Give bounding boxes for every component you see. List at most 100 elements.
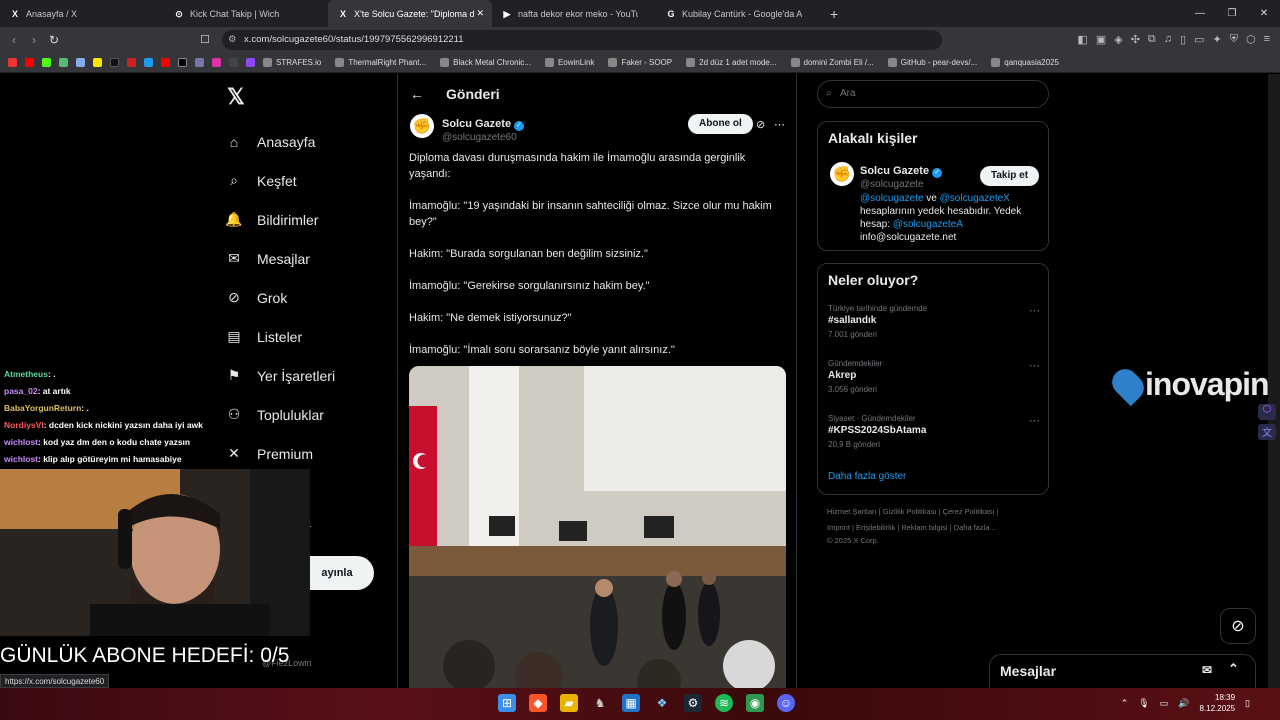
new-message-icon[interactable]: ✉ xyxy=(1202,663,1212,677)
nav-item-communities[interactable]: ⚇ Topluluklar xyxy=(225,395,335,434)
x-icon[interactable] xyxy=(178,58,187,67)
extension-icon[interactable]: ♫ xyxy=(1164,33,1172,46)
messages-drawer[interactable]: Mesajlar ✉ ⌃ xyxy=(989,654,1256,688)
bookmark-item[interactable]: Faker - SOOP xyxy=(608,58,672,67)
bookmark-item[interactable]: EowinLink xyxy=(544,58,594,67)
clock[interactable]: 18:39 8.12.2025 xyxy=(1199,692,1235,714)
extension-icon[interactable]: ⬡ xyxy=(1246,33,1256,46)
bookmark-icon[interactable] xyxy=(76,58,85,67)
nav-item-premium[interactable]: ✕ Premium xyxy=(225,434,335,473)
notification-icon[interactable]: ▯ xyxy=(1245,698,1250,709)
footer-line[interactable]: Imprint | Erişilebilirlik | Reklam bilgi… xyxy=(827,520,1047,536)
youtube-icon[interactable] xyxy=(25,58,34,67)
trend-item[interactable]: Gündemdekiler Akrep 3.056 gönderi ⋯ xyxy=(828,359,1040,414)
vpn-icon[interactable]: ⛨ xyxy=(1230,33,1238,46)
bookmark-item[interactable]: domini Zombi Eli /... xyxy=(790,58,874,67)
follow-button[interactable]: Takip et xyxy=(980,166,1040,186)
twitch-icon[interactable] xyxy=(246,58,255,67)
nav-item-bookmarks[interactable]: ⚑ Yer İşaretleri xyxy=(225,356,335,395)
tiktok-icon[interactable] xyxy=(110,58,119,67)
more-icon[interactable]: ⋯ xyxy=(774,118,785,131)
steam-icon[interactable]: ⚙ xyxy=(684,694,702,712)
restore-icon[interactable]: ❐ xyxy=(1216,0,1248,27)
more-icon[interactable]: ⋯ xyxy=(1029,359,1040,372)
bookmark-icon[interactable] xyxy=(144,58,153,67)
bookmark-icon[interactable] xyxy=(8,58,17,67)
trend-item[interactable]: Siyaset · Gündemdekiler #KPSS2024SbAtama 2… xyxy=(828,414,1040,469)
extension-icon[interactable]: ✦ xyxy=(1213,33,1222,46)
avatar[interactable]: ✊ xyxy=(410,114,434,138)
browser-tab[interactable]: X Anasayfa / X xyxy=(0,0,164,27)
nav-item-explore[interactable]: ⌕ Keşfet xyxy=(225,161,335,200)
forward-icon[interactable]: › xyxy=(24,33,44,47)
subscribe-button[interactable]: Abone ol xyxy=(688,114,753,134)
author-handle[interactable]: @solcugazete60 xyxy=(442,132,524,143)
bio-link[interactable]: @solcugazeteA xyxy=(893,219,963,230)
extension-icon[interactable]: ◈ xyxy=(1114,33,1122,46)
avatar[interactable]: ✊ xyxy=(830,162,854,186)
bookmark-icon[interactable] xyxy=(195,58,204,67)
bookmark-icon[interactable] xyxy=(127,58,136,67)
bookmark-icon[interactable] xyxy=(229,58,238,67)
bio-link[interactable]: @solcugazete xyxy=(860,193,924,204)
trend-item[interactable]: Türkiye tarihinde gündemde #sallandık 7.00… xyxy=(828,304,1040,359)
author-name[interactable]: Solcu Gazete xyxy=(442,118,511,130)
reload-icon[interactable]: ↻ xyxy=(44,33,64,47)
related-name[interactable]: Solcu Gazete xyxy=(860,165,929,177)
spotify-icon[interactable]: ≋ xyxy=(715,694,733,712)
app-icon[interactable]: ◉ xyxy=(746,694,764,712)
more-icon[interactable]: ⋯ xyxy=(1029,414,1040,427)
bookmark-item[interactable]: STRAFES.io xyxy=(263,58,321,67)
back-arrow-icon[interactable]: ← xyxy=(410,86,424,102)
site-info-icon[interactable]: ⚙ xyxy=(228,30,237,50)
grok-icon[interactable]: ⊘ xyxy=(756,118,765,131)
nav-item-home[interactable]: ⌂ Anasayfa xyxy=(225,122,335,161)
bookmark-star-icon[interactable]: ☐ xyxy=(200,33,210,46)
browser-tab[interactable]: ⊙ Kick Chat Takip | Wich xyxy=(164,0,328,27)
close-window-icon[interactable]: ✕ xyxy=(1248,0,1280,27)
bookmark-item[interactable]: 2d düz 1 adet mode... xyxy=(686,58,777,67)
new-tab-button[interactable]: + xyxy=(820,6,848,22)
nav-item-lists[interactable]: ▤ Listeler xyxy=(225,317,335,356)
volume-icon[interactable]: 🔊 xyxy=(1178,698,1189,709)
expand-icon[interactable]: ⌃ xyxy=(1228,661,1239,677)
browser-tab[interactable]: X X'te Solcu Gazete: "Diploma dav ✕ xyxy=(328,0,492,27)
nav-item-grok[interactable]: ⊘ Grok xyxy=(225,278,335,317)
extension-sidebar-icon[interactable]: ⬡ xyxy=(1258,404,1276,420)
more-icon[interactable]: ⋯ xyxy=(1029,304,1040,317)
extension-icon[interactable]: ✣ xyxy=(1131,33,1140,46)
translate-icon[interactable]: 文 xyxy=(1258,424,1276,440)
bio-email[interactable]: info@solcugazete.net xyxy=(860,232,956,243)
nav-item-notifications[interactable]: 🔔 Bildirimler xyxy=(225,200,335,239)
bookmark-item[interactable]: GitHub - pear-devs/... xyxy=(887,58,977,67)
youtube-icon[interactable] xyxy=(161,58,170,67)
app-icon[interactable]: ▦ xyxy=(622,694,640,712)
microphone-icon[interactable]: 🎙 xyxy=(1138,698,1149,709)
instagram-icon[interactable] xyxy=(212,58,221,67)
extension-icon[interactable]: ◧ xyxy=(1077,33,1087,46)
bio-link[interactable]: @solcugazeteX xyxy=(940,193,1010,204)
file-explorer-icon[interactable]: ▰ xyxy=(560,694,578,712)
app-icon[interactable]: ❖ xyxy=(653,694,671,712)
x-logo-icon[interactable]: 𝕏 xyxy=(227,84,245,110)
grok-fab-button[interactable]: ⊘ xyxy=(1220,608,1256,644)
show-more-link[interactable]: Daha fazla göster xyxy=(828,471,906,482)
related-handle[interactable]: @solcugazete xyxy=(860,179,942,190)
url-input[interactable]: ⚙ x.com/solcugazete60/status/19979755629… xyxy=(222,30,942,50)
bookmark-icon[interactable] xyxy=(93,58,102,67)
wallet-icon[interactable]: ▭ xyxy=(1194,33,1204,46)
extension-icon[interactable]: ⧉ xyxy=(1148,33,1156,46)
bookmark-item[interactable]: Black Metal Chronic... xyxy=(440,58,531,67)
start-icon[interactable]: ⊞ xyxy=(498,694,516,712)
bookmark-item[interactable]: qanquasia2025 xyxy=(991,58,1059,67)
nav-item-messages[interactable]: ✉ Mesajlar xyxy=(225,239,335,278)
post-image[interactable] xyxy=(409,366,786,688)
sidebar-icon[interactable]: ▯ xyxy=(1180,33,1186,46)
close-tab-icon[interactable]: ✕ xyxy=(476,8,484,19)
bookmark-item[interactable]: ThermalRight Phant... xyxy=(335,58,426,67)
browser-tab[interactable]: ▶ nafta dekor ekor meko - YouTube xyxy=(492,0,656,27)
bookmark-icon[interactable] xyxy=(59,58,68,67)
kick-icon[interactable] xyxy=(42,58,51,67)
minimize-icon[interactable]: — xyxy=(1184,0,1216,27)
menu-icon[interactable]: ≡ xyxy=(1264,33,1270,46)
